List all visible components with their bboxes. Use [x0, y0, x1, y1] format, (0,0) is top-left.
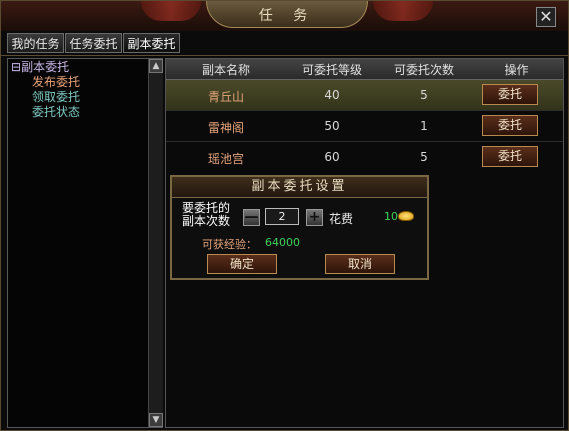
count-label-line2: 副本次数	[182, 214, 231, 228]
count-label: 要委托的 副本次数	[182, 202, 252, 228]
col-header-level: 可委托等级	[301, 63, 362, 77]
increase-count-button[interactable]: +	[306, 209, 323, 226]
dungeon-name: 青丘山	[207, 90, 244, 104]
window-title: 任 务	[258, 8, 316, 24]
task-window: 任 务 ✕ 我的任务 任务委托 副本委托 ⊟副本委托 发布委托 领取委托 委托状…	[0, 0, 569, 431]
scroll-up-icon[interactable]: ▲	[149, 59, 163, 73]
gold-ingot-icon	[398, 211, 414, 221]
tree-collapse-icon[interactable]: ⊟	[11, 60, 21, 74]
tree-item-status[interactable]: 委托状态	[32, 105, 80, 120]
tab-dungeon-delegation[interactable]: 副本委托	[123, 33, 180, 53]
dialog-title: 副本委托设置	[172, 177, 427, 198]
title-plaque: 任 务	[206, 1, 368, 28]
table-row[interactable]: 瑶池宫 60 5 委托	[166, 142, 563, 172]
exp-label: 可获经验：	[202, 238, 257, 251]
dungeon-times: 5	[420, 150, 428, 164]
table-row[interactable]: 雷神阁 50 1 委托	[166, 111, 563, 141]
cost-value: 10	[384, 210, 398, 223]
col-header-times: 可委托次数	[393, 63, 454, 77]
dungeon-name: 瑶池宫	[207, 152, 244, 166]
col-header-name: 副本名称	[201, 63, 250, 77]
dungeon-name: 雷神阁	[207, 121, 244, 135]
scroll-down-icon[interactable]: ▼	[149, 413, 163, 427]
exp-value: 64000	[265, 236, 300, 249]
confirm-button[interactable]: 确定	[207, 254, 277, 274]
dungeon-times: 1	[420, 119, 428, 133]
count-input[interactable]: 2	[265, 208, 299, 225]
delegation-settings-dialog: 副本委托设置 要委托的 副本次数 — 2 + 花费 10 可获经验： 64000…	[170, 175, 429, 280]
category-tree-panel: ⊟副本委托 发布委托 领取委托 委托状态 ▲ ▼	[7, 58, 163, 428]
delegate-button[interactable]: 委托	[482, 84, 538, 105]
delegate-button[interactable]: 委托	[482, 146, 538, 167]
tab-task-delegation[interactable]: 任务委托	[65, 33, 122, 53]
close-icon[interactable]: ✕	[536, 7, 556, 27]
tree-scrollbar[interactable]: ▲ ▼	[148, 59, 163, 427]
title-bar[interactable]: 任 务	[1, 1, 568, 31]
dungeon-level: 60	[324, 150, 340, 164]
dungeon-level: 40	[324, 88, 340, 102]
tab-my-tasks[interactable]: 我的任务	[7, 33, 64, 53]
table-header: 副本名称 可委托等级 可委托次数 操作	[166, 59, 563, 80]
tree-item-accept[interactable]: 领取委托	[32, 90, 80, 105]
dungeon-level: 50	[324, 119, 340, 133]
title-ornament-left	[141, 1, 201, 21]
title-ornament-right	[373, 1, 433, 21]
cancel-button[interactable]: 取消	[325, 254, 395, 274]
delegate-button[interactable]: 委托	[482, 115, 538, 136]
col-header-action: 操作	[504, 63, 529, 77]
tree-root-label: 副本委托	[21, 60, 70, 74]
decrease-count-button[interactable]: —	[243, 209, 260, 226]
dungeon-times: 5	[420, 88, 428, 102]
tree-root-dungeon-delegation[interactable]: ⊟副本委托	[11, 60, 69, 75]
cost-label: 花费	[329, 212, 354, 226]
table-row[interactable]: 青丘山 40 5 委托	[166, 80, 563, 110]
tree-item-publish[interactable]: 发布委托	[32, 75, 80, 90]
tab-divider	[1, 55, 568, 56]
